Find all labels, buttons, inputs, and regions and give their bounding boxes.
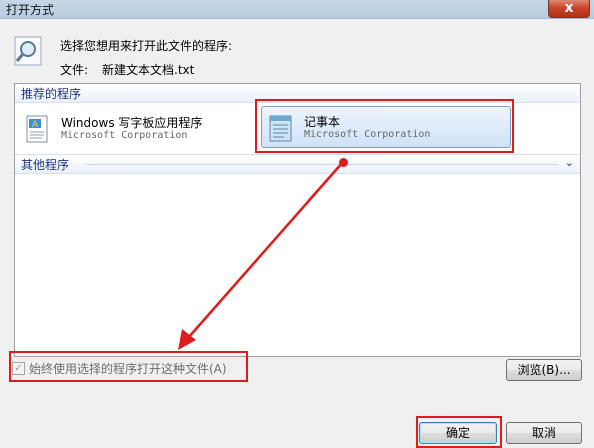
cancel-button[interactable]: 取消 [506,422,582,444]
file-label: 文件: [60,63,89,77]
other-programs-label: 其他程序 [21,158,70,172]
program-company: Microsoft Corporation [61,130,188,141]
prompt-text: 选择您想用来打开此文件的程序: [60,39,233,53]
chevron-down-icon[interactable]: ⌄ [565,156,574,169]
annotation-box-notepad [255,99,514,153]
window-title: 打开方式 [6,3,55,17]
program-item-wordpad[interactable]: A Windows 写字板应用程序 Microsoft Corporation [19,108,244,150]
recommended-programs-label: 推荐的程序 [21,87,82,101]
wordpad-icon: A [26,115,48,143]
browse-button[interactable]: 浏览(B)... [506,359,582,381]
close-button[interactable]: x [548,0,590,18]
annotation-box-ok [416,416,502,448]
annotation-dot [339,158,348,167]
other-programs-header[interactable]: 其他程序 ⌄ [15,154,580,174]
svg-text:A: A [32,120,39,130]
search-icon [14,36,42,66]
program-name: Windows 写字板应用程序 [61,116,203,130]
header-divider [85,164,558,165]
file-name: 新建文本文档.txt [102,63,195,77]
title-bar: 打开方式 x [0,0,594,19]
annotation-box-checkbox [9,351,248,382]
